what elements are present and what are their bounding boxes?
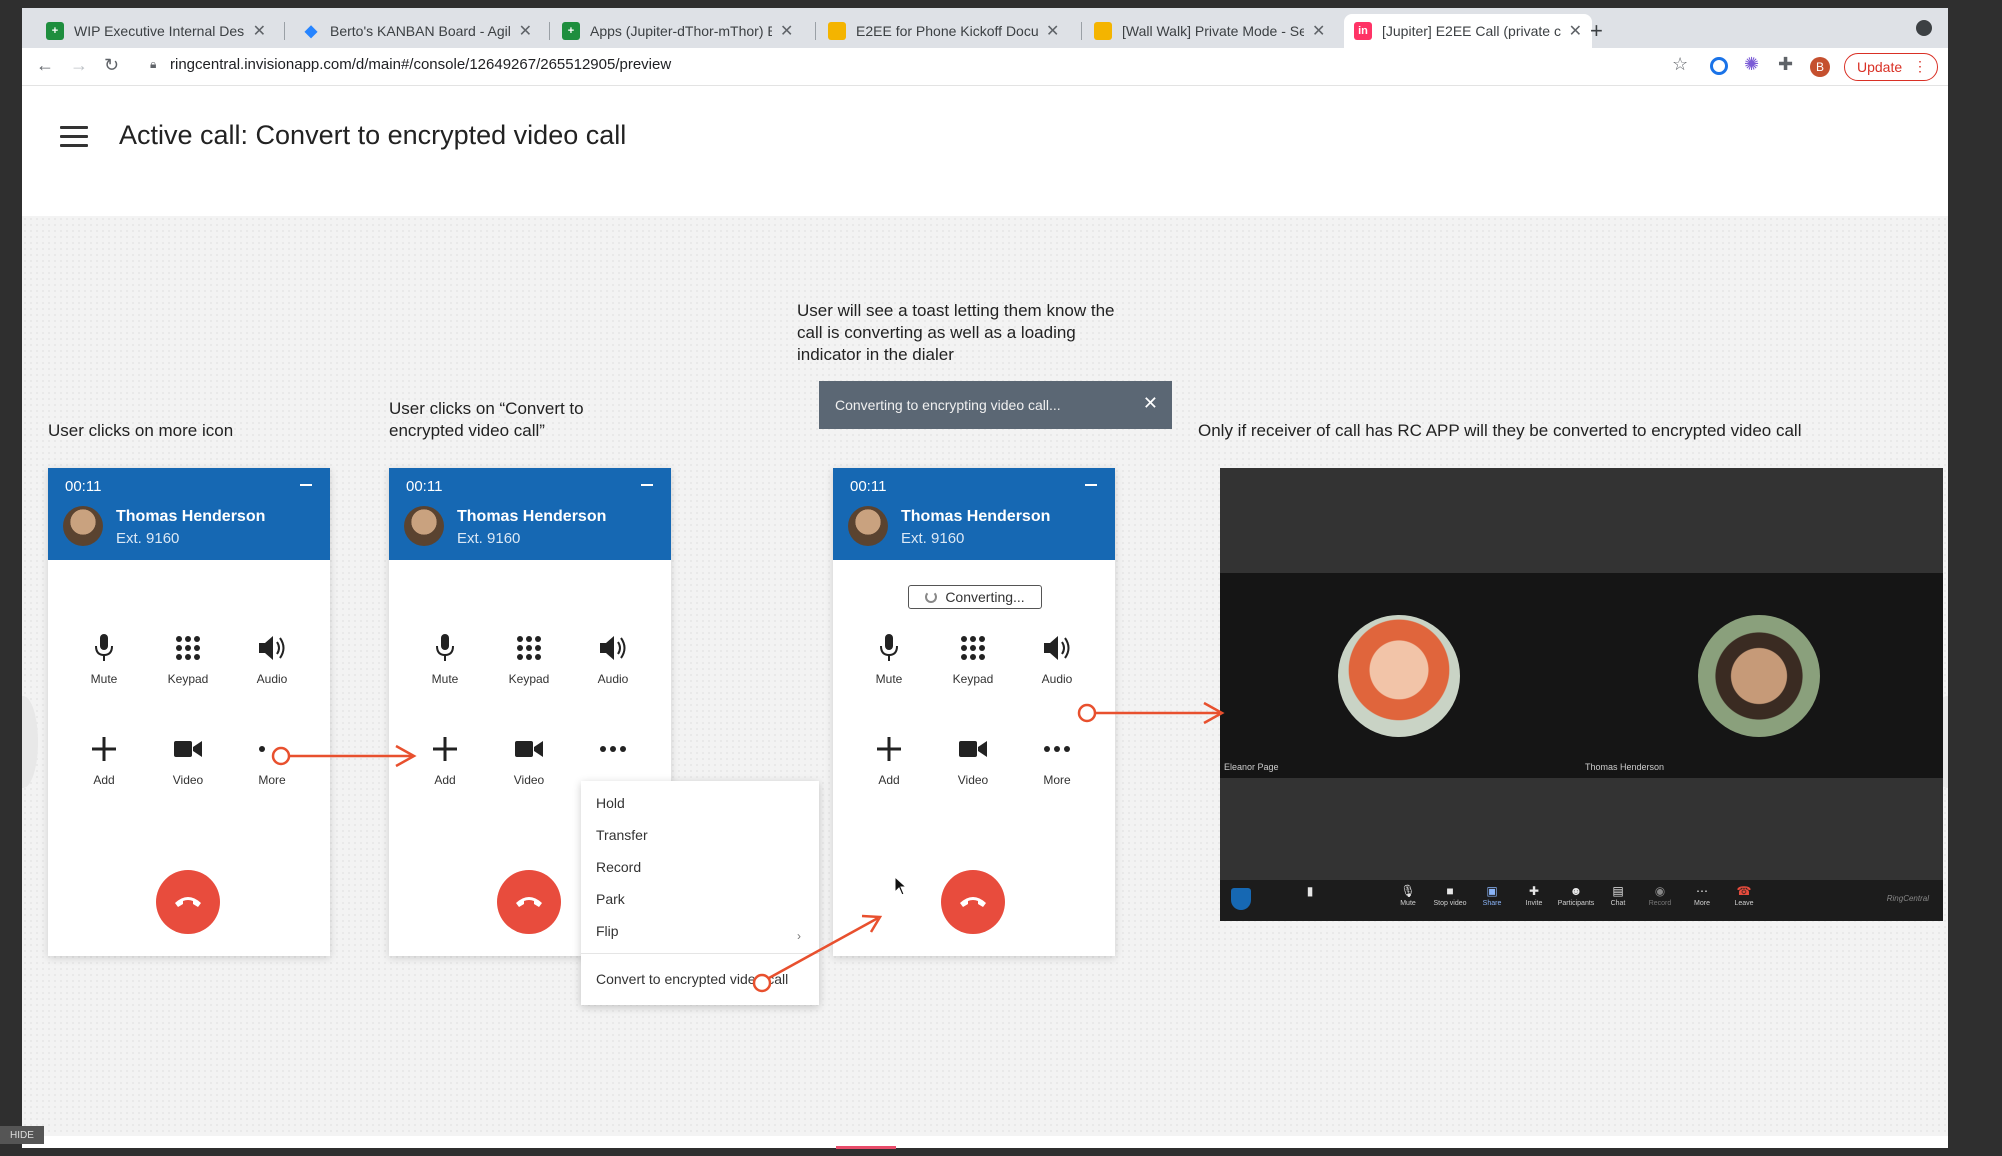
close-icon[interactable]: ✕: [519, 21, 532, 41]
arrow-origin-dot: [271, 746, 291, 766]
tab-divider: [284, 22, 285, 40]
update-label: Update: [1857, 59, 1903, 75]
close-icon[interactable]: ✕: [1046, 21, 1059, 41]
url-text: ringcentral.invisionapp.com/d/main#/cons…: [170, 56, 672, 73]
bookmark-star-icon[interactable]: ☆: [1672, 54, 1692, 74]
tab-label: Apps (Jupiter-dThor-mThor) B: [590, 23, 772, 39]
sheets-icon: +: [46, 22, 64, 40]
lock-icon: 🔒︎: [150, 57, 157, 71]
close-icon[interactable]: ✕: [253, 21, 266, 41]
tab-wall-walk[interactable]: [Wall Walk] Private Mode - Se ✕: [1084, 14, 1340, 48]
tab-e2ee-kickoff[interactable]: E2EE for Phone Kickoff Docum ✕: [818, 14, 1074, 48]
tab-apps[interactable]: + Apps (Jupiter-dThor-mThor) B ✕: [552, 14, 808, 48]
update-button[interactable]: Update ⋮: [1844, 53, 1938, 81]
more-vert-icon: ⋮: [1913, 58, 1927, 74]
browser-window: + WIP Executive Internal Design ✕ ◆ Bert…: [22, 8, 1948, 1148]
invision-icon: in: [1354, 22, 1372, 40]
profile-avatar[interactable]: B: [1810, 57, 1830, 77]
reload-icon[interactable]: ↻: [104, 55, 119, 76]
tab-divider: [1081, 22, 1082, 40]
extension-icon[interactable]: ✺: [1744, 54, 1764, 74]
tab-jupiter-e2ee[interactable]: in [Jupiter] E2EE Call (private cal ✕: [1344, 14, 1592, 48]
tab-bar: + WIP Executive Internal Design ✕ ◆ Bert…: [22, 8, 1948, 48]
tab-wip-executive[interactable]: + WIP Executive Internal Design ✕: [36, 14, 276, 48]
slides-icon: [1094, 22, 1112, 40]
tab-label: Berto's KANBAN Board - Agile: [330, 23, 511, 39]
hide-button[interactable]: HIDE: [0, 1126, 44, 1144]
prototype-page: Active call: Convert to encrypted video …: [22, 86, 1948, 1148]
progress-accent: [836, 1146, 896, 1149]
tab-label: [Wall Walk] Private Mode - Se: [1122, 23, 1304, 39]
tab-label: WIP Executive Internal Design: [74, 23, 245, 39]
sheets-icon: +: [562, 22, 580, 40]
close-icon[interactable]: ✕: [1312, 21, 1325, 41]
slides-icon: [828, 22, 846, 40]
flow-arrows: [271, 701, 1225, 993]
tab-kanban[interactable]: ◆ Berto's KANBAN Board - Agile ✕: [292, 14, 542, 48]
arrow-origin-dot: [752, 973, 772, 993]
tab-search-icon[interactable]: [1916, 20, 1932, 36]
screen: + WIP Executive Internal Design ✕ ◆ Bert…: [0, 0, 2002, 1156]
tab-label: [Jupiter] E2EE Call (private cal: [1382, 23, 1561, 39]
puzzle-icon[interactable]: ✚: [1778, 54, 1798, 74]
jira-icon: ◆: [304, 23, 318, 40]
back-icon[interactable]: ←: [36, 55, 54, 76]
extension-icon[interactable]: [1710, 57, 1728, 75]
arrow-origin-dot: [1077, 703, 1097, 723]
tab-divider: [815, 22, 816, 40]
tab-label: E2EE for Phone Kickoff Docum: [856, 23, 1038, 39]
address-toolbar: ← → ↻ 🔒︎ ringcentral.invisionapp.com/d/m…: [22, 48, 1948, 86]
close-icon[interactable]: ✕: [780, 21, 793, 41]
flow-arrow-2: [768, 916, 879, 980]
forward-icon[interactable]: →: [70, 55, 88, 76]
address-bar[interactable]: 🔒︎ ringcentral.invisionapp.com/d/main#/c…: [150, 56, 671, 73]
new-tab-button[interactable]: +: [1590, 18, 1603, 44]
close-icon[interactable]: ✕: [1569, 21, 1582, 41]
tab-divider: [549, 22, 550, 40]
